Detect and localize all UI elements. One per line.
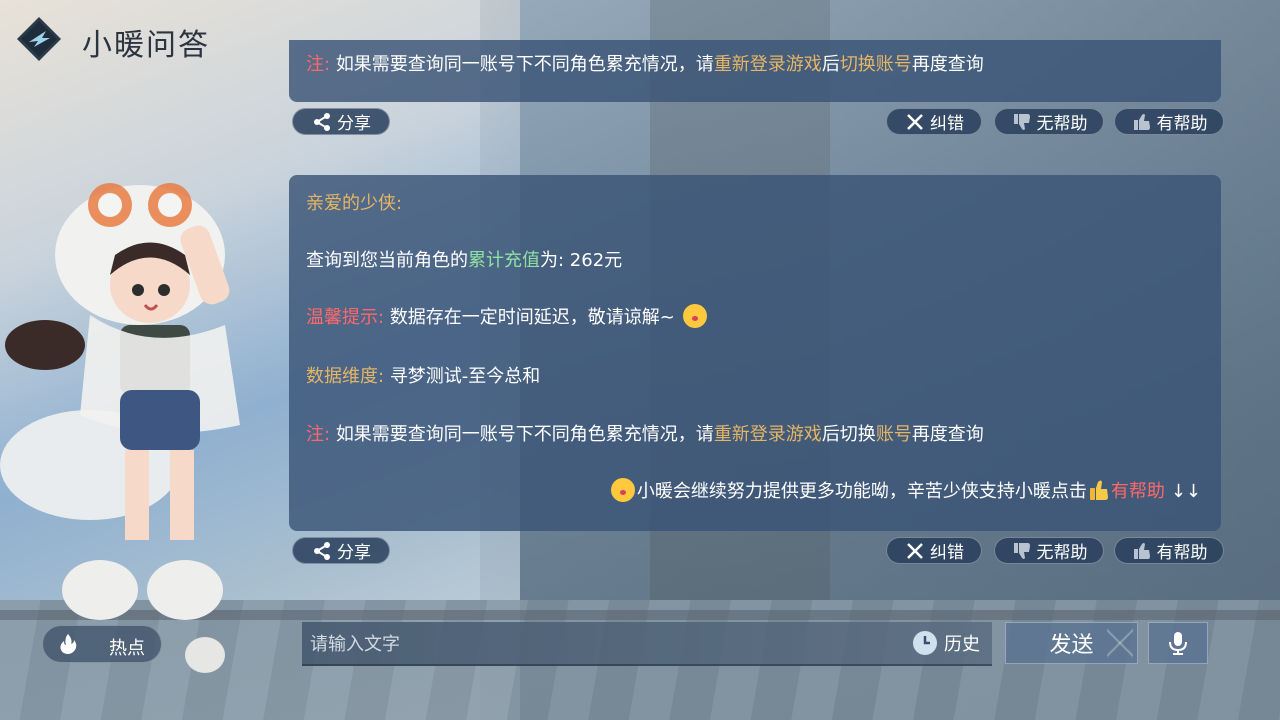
dimension-value: 寻梦测试-至今总和 [389,366,541,387]
helpful-label: 有帮助 [1156,114,1208,134]
correct-label: 纠错 [930,114,964,134]
share-icon [314,112,330,131]
thumbs-up-icon [1133,113,1150,130]
not-helpful-button[interactable]: 无帮助 [994,537,1104,564]
note-highlight-account: 账号 [875,424,912,445]
thumbs-down-icon [1013,113,1030,130]
note-text: 再度查询 [911,54,984,75]
not-helpful-button[interactable]: 无帮助 [994,108,1104,135]
wink-kiss-emoji-icon [682,304,707,328]
note-prefix: 注: [306,54,331,75]
thumbs-down-icon [1013,542,1030,559]
note-text: 后切换 [821,424,876,445]
tip-text: 数据存在一定时间延迟，敬请谅解~ [389,307,675,328]
share-icon [314,541,330,560]
note-text: 如果需要查询同一账号下不同角色累充情况，请 [335,424,714,445]
clock-icon [913,631,937,655]
not-helpful-label: 无帮助 [1036,114,1088,134]
flame-icon [60,634,77,654]
note-prefix: 注: [306,424,331,445]
correct-label: 纠错 [930,543,964,563]
note-text: 再度查询 [911,424,984,445]
message-input-bar: 历史 [302,622,992,666]
share-button[interactable]: 分享 [292,537,390,564]
diamond-logo-icon [17,17,61,61]
close-x-icon [907,542,923,559]
helpful-label: 有帮助 [1156,543,1208,563]
hot-topics-button[interactable]: 热点 [42,625,162,663]
query-text: 查询到您当前角色的 [306,250,468,271]
mascot-character-illustration [0,183,240,673]
send-label: 发送 [1049,633,1094,658]
message-input[interactable] [308,628,872,660]
card1-note-line: 注: 如果需要查询同一账号下不同角色累充情况，请重新登录游戏后切换账号再度查询 [306,50,984,76]
tip-line: 温馨提示: 数据存在一定时间延迟，敬请谅解~ [306,303,709,329]
footer-helpful-highlight: 有帮助 [1110,481,1165,502]
share-label: 分享 [337,114,371,134]
correct-button[interactable]: 纠错 [886,537,982,564]
note-highlight-relogin: 重新登录游戏 [713,54,822,75]
not-helpful-label: 无帮助 [1036,543,1088,563]
down-arrows: ↓↓ [1170,481,1201,502]
note-text: 如果需要查询同一账号下不同角色累充情况，请 [335,54,714,75]
history-label: 历史 [944,634,980,655]
microphone-icon [1169,632,1187,655]
query-result-line: 查询到您当前角色的累计充值为: 262元 [306,246,622,272]
share-button[interactable]: 分享 [292,108,390,135]
share-label: 分享 [337,543,371,563]
dimension-label: 数据维度: [306,366,385,387]
wink-kiss-emoji-icon [610,478,635,502]
footer-line: 小暖会继续努力提供更多功能呦，辛苦少侠支持小暖点击 有帮助 ↓↓ [609,477,1201,503]
card2-note-line: 注: 如果需要查询同一账号下不同角色累充情况，请重新登录游戏后切换账号再度查询 [306,420,984,446]
note-highlight-relogin: 重新登录游戏 [713,424,822,445]
hot-topics-label: 热点 [109,638,145,659]
history-button[interactable]: 历史 [912,628,980,658]
query-highlight-total: 累计充值 [468,250,540,271]
helpful-button[interactable]: 有帮助 [1114,537,1224,564]
correct-button[interactable]: 纠错 [886,108,982,135]
close-x-icon [907,113,923,130]
note-text: 后 [821,54,840,75]
tip-label: 温馨提示: [306,307,385,328]
send-button[interactable]: 发送 [1005,622,1138,664]
query-value: 为: 262元 [540,250,623,271]
dimension-line: 数据维度: 寻梦测试-至今总和 [306,362,540,388]
thumbs-up-emoji-icon [1089,480,1108,500]
footer-text: 小暖会继续努力提供更多功能呦，辛苦少侠支持小暖点击 [636,481,1087,502]
greeting-text: 亲爱的少侠: [306,193,403,214]
voice-input-button[interactable] [1148,622,1208,664]
page-title: 小暖问答 [82,28,210,63]
answer-card-previous: 注: 如果需要查询同一账号下不同角色累充情况，请重新登录游戏后切换账号再度查询 [289,40,1221,102]
answer-card-current: 亲爱的少侠: 查询到您当前角色的累计充值为: 262元 温馨提示: 数据存在一定… [289,175,1221,531]
thumbs-up-icon [1133,542,1150,559]
helpful-button[interactable]: 有帮助 [1114,108,1224,135]
note-highlight-switch-account: 切换账号 [839,54,912,75]
